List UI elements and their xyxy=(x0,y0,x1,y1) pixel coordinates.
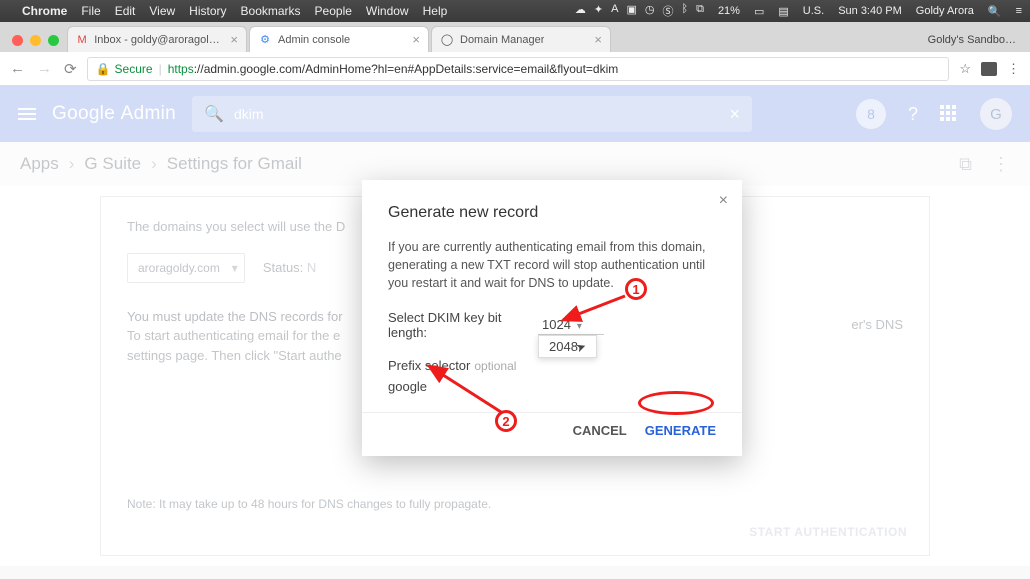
url-text: https://admin.google.com/AdminHome?hl=en… xyxy=(168,62,619,76)
menubar-status-icons: ☁ ✦ A ▣ ◷ Ⓢ ᛒ ⧉ xyxy=(575,3,704,19)
breadcrumb-gsuite[interactable]: G Suite xyxy=(84,154,141,174)
domain-select[interactable]: aroragoldy.com xyxy=(127,253,245,283)
window-controls[interactable] xyxy=(8,35,67,52)
prefix-value[interactable]: google xyxy=(388,379,716,394)
account-avatar[interactable]: G xyxy=(980,98,1012,130)
cloud-icon: ☁ xyxy=(575,3,586,19)
display-icon: ▣ xyxy=(626,3,636,19)
generate-record-dialog: × Generate new record If you are current… xyxy=(362,180,742,456)
back-icon[interactable]: ← xyxy=(10,60,25,78)
minimize-window-icon[interactable] xyxy=(30,35,41,46)
macos-menubar: Chrome File Edit View History Bookmarks … xyxy=(0,0,1030,22)
menubar-app[interactable]: Chrome xyxy=(22,4,67,18)
flag-icon: ▤ xyxy=(778,5,788,18)
menubar-history[interactable]: History xyxy=(189,4,226,18)
extension-icon[interactable] xyxy=(981,62,997,76)
page-icon: ◯ xyxy=(440,33,454,47)
menu-list-icon[interactable]: ≡ xyxy=(1016,5,1022,17)
generate-button[interactable]: GENERATE xyxy=(645,423,716,438)
menubar-user[interactable]: Goldy Arora xyxy=(916,5,974,17)
skype-icon: Ⓢ xyxy=(662,3,673,19)
menubar-window[interactable]: Window xyxy=(366,4,409,18)
breadcrumb-settings[interactable]: Settings for Gmail xyxy=(167,154,302,174)
prefix-label: Prefix selector xyxy=(388,358,470,373)
gmail-icon: M xyxy=(76,33,88,47)
google-apps-icon[interactable] xyxy=(940,105,958,123)
admin-search[interactable]: 🔍 × xyxy=(192,96,752,132)
leaf-icon: ✦ xyxy=(594,3,603,19)
open-new-icon[interactable]: ⧉ xyxy=(959,154,972,175)
menubar-edit[interactable]: Edit xyxy=(115,4,136,18)
clear-search-icon[interactable]: × xyxy=(730,104,741,125)
tab-domain-manager[interactable]: ◯ Domain Manager × xyxy=(431,26,611,52)
secure-label: Secure xyxy=(115,62,153,76)
close-window-icon[interactable] xyxy=(12,35,23,46)
more-menu-icon[interactable]: ⋮ xyxy=(992,154,1010,175)
hamburger-menu-icon[interactable] xyxy=(18,105,36,123)
chevron-icon: › xyxy=(151,154,157,174)
menubar-view[interactable]: View xyxy=(149,4,175,18)
clock-icon: ◷ xyxy=(645,3,655,19)
help-icon[interactable]: ? xyxy=(908,104,918,125)
google-admin-header: Google Admin 🔍 × 8 ? G xyxy=(0,86,1030,142)
close-tab-icon[interactable]: × xyxy=(412,32,420,47)
menubar-people[interactable]: People xyxy=(315,4,352,18)
wifi-icon: ⧉ xyxy=(696,3,704,19)
tab-admin-console[interactable]: ⚙ Admin console × xyxy=(249,26,429,52)
cancel-button[interactable]: CANCEL xyxy=(573,423,627,438)
prefix-optional: optional xyxy=(474,359,516,373)
close-dialog-icon[interactable]: × xyxy=(719,192,728,210)
battery-percent: 21% xyxy=(718,5,740,17)
tab-title: Inbox - goldy@aroragoldy.com xyxy=(94,34,224,46)
bit-length-option-2048[interactable]: 2048➤ xyxy=(538,335,597,358)
lock-icon: 🔒 xyxy=(96,62,111,76)
notification-icon[interactable]: 8 xyxy=(856,99,886,129)
start-authentication-button[interactable]: START AUTHENTICATION xyxy=(749,523,907,541)
bit-length-select[interactable]: 1024 xyxy=(538,315,604,335)
admin-search-input[interactable] xyxy=(234,106,720,122)
chrome-tabstrip: M Inbox - goldy@aroragoldy.com × ⚙ Admin… xyxy=(0,22,1030,52)
admin-icon: ⚙ xyxy=(258,33,272,47)
tab-inbox[interactable]: M Inbox - goldy@aroragoldy.com × xyxy=(67,26,247,52)
google-admin-logo[interactable]: Google Admin xyxy=(52,103,176,125)
input-source: U.S. xyxy=(803,5,824,17)
secure-badge: 🔒 Secure xyxy=(96,62,153,76)
clock-text: Sun 3:40 PM xyxy=(838,5,902,17)
chrome-address-bar: ← → ⟳ 🔒 Secure | https://admin.google.co… xyxy=(0,52,1030,86)
bit-length-label: Select DKIM key bit length: xyxy=(388,310,538,340)
chrome-menu-icon[interactable]: ⋮ xyxy=(1007,61,1020,77)
breadcrumb-apps[interactable]: Apps xyxy=(20,154,59,174)
bluetooth-icon: ᛒ xyxy=(681,3,688,19)
propagation-note: Note: It may take up to 48 hours for DNS… xyxy=(127,495,903,513)
app-icon-a: A xyxy=(611,3,618,19)
menubar-help[interactable]: Help xyxy=(423,4,448,18)
logo-right: Admin xyxy=(121,103,176,124)
reload-icon[interactable]: ⟳ xyxy=(64,60,77,78)
close-tab-icon[interactable]: × xyxy=(230,32,238,47)
status-label: Status: N xyxy=(263,258,316,278)
star-icon[interactable]: ☆ xyxy=(959,61,971,77)
close-tab-icon[interactable]: × xyxy=(594,32,602,47)
menubar-file[interactable]: File xyxy=(81,4,100,18)
menubar-bookmarks[interactable]: Bookmarks xyxy=(241,4,301,18)
battery-icon: ▭ xyxy=(754,5,764,18)
url-input[interactable]: 🔒 Secure | https://admin.google.com/Admi… xyxy=(87,57,950,81)
tab-title: Domain Manager xyxy=(460,34,544,46)
dns-tail: er's DNS xyxy=(851,315,903,335)
bookmarks-bar-item[interactable]: Goldy's Sandbo… xyxy=(914,34,1030,52)
search-icon: 🔍 xyxy=(204,104,224,124)
chevron-icon: › xyxy=(69,154,75,174)
spotlight-icon[interactable]: 🔍 xyxy=(988,5,1002,18)
dialog-title: Generate new record xyxy=(388,204,716,222)
tab-title: Admin console xyxy=(278,34,350,46)
forward-icon[interactable]: → xyxy=(37,60,52,78)
maximize-window-icon[interactable] xyxy=(48,35,59,46)
logo-left: Google xyxy=(52,103,115,124)
dialog-body: If you are currently authenticating emai… xyxy=(388,238,716,292)
